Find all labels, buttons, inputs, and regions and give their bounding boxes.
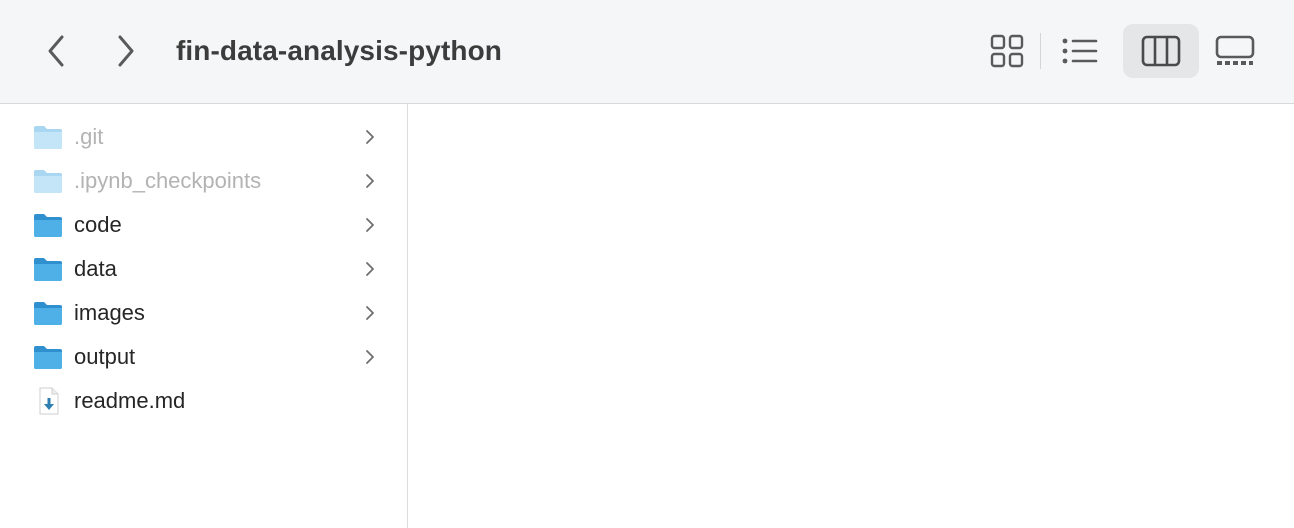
gallery-view-button[interactable] — [1197, 24, 1273, 78]
folder-icon — [34, 302, 62, 325]
chevron-right-icon — [366, 218, 374, 232]
toolbar-separator — [1040, 33, 1041, 69]
columns-icon — [1141, 35, 1181, 67]
list-item-git[interactable]: .git — [0, 115, 407, 159]
file-column: .git .ipynb_checkpoints code data images… — [0, 104, 408, 528]
list-item-readme[interactable]: readme.md — [0, 379, 407, 423]
list-item-label: .git — [74, 124, 104, 149]
list-item-ipynb-checkpoints[interactable]: .ipynb_checkpoints — [0, 159, 407, 203]
icons-view-button[interactable] — [969, 24, 1045, 78]
folder-icon — [34, 214, 62, 237]
list-item-label: readme.md — [74, 388, 186, 413]
chevron-right-icon — [366, 130, 374, 144]
list-item-data[interactable]: data — [0, 247, 407, 291]
list-item-label: data — [74, 256, 117, 281]
chevron-right-icon — [366, 174, 374, 188]
chevron-right-icon — [366, 262, 374, 276]
chevron-right-icon — [366, 306, 374, 320]
folder-icon — [34, 258, 62, 281]
chevron-left-icon — [48, 35, 64, 67]
forward-button[interactable] — [106, 30, 146, 72]
columns-view-button[interactable] — [1123, 24, 1199, 78]
folder-icon — [34, 126, 62, 149]
list-item-label: .ipynb_checkpoints — [74, 168, 262, 193]
grid-icon — [990, 34, 1024, 68]
window-title: fin-data-analysis-python — [176, 35, 502, 66]
empty-column — [409, 104, 1294, 528]
gallery-icon — [1215, 35, 1255, 65]
list-item-label: output — [74, 344, 136, 369]
list-item-output[interactable]: output — [0, 335, 407, 379]
folder-icon — [34, 170, 62, 193]
list-item-code[interactable]: code — [0, 203, 407, 247]
chevron-right-icon — [118, 35, 134, 67]
back-button[interactable] — [36, 30, 76, 72]
folder-icon — [34, 346, 62, 369]
list-item-label: images — [74, 300, 145, 325]
list-item-label: code — [74, 212, 122, 237]
list-view-button[interactable] — [1042, 24, 1118, 78]
chevron-right-icon — [366, 350, 374, 364]
finder-window: fin-data-analysis-python .git .ipynb_che… — [0, 0, 1294, 528]
toolbar: fin-data-analysis-python — [0, 0, 1294, 104]
list-item-images[interactable]: images — [0, 291, 407, 335]
markdown-file-icon — [39, 387, 59, 415]
list-icon — [1062, 38, 1098, 64]
